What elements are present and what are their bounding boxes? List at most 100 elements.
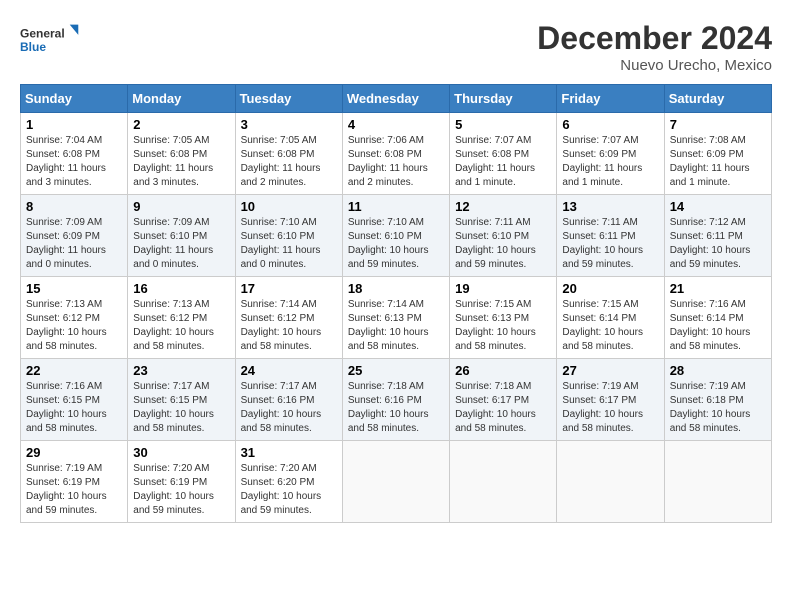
day-number: 6 [562,117,658,132]
calendar-cell: 22 Sunrise: 7:16 AMSunset: 6:15 PMDaylig… [21,359,128,441]
weekday-header-friday: Friday [557,85,664,113]
header: General Blue December 2024 Nuevo Urecho,… [20,20,772,74]
day-info: Sunrise: 7:13 AMSunset: 6:12 PMDaylight:… [133,299,214,352]
title-area: December 2024 Nuevo Urecho, Mexico [537,20,772,74]
calendar-cell: 23 Sunrise: 7:17 AMSunset: 6:15 PMDaylig… [128,359,235,441]
calendar-cell: 17 Sunrise: 7:14 AMSunset: 6:12 PMDaylig… [235,277,342,359]
day-info: Sunrise: 7:17 AMSunset: 6:16 PMDaylight:… [241,381,322,434]
day-number: 11 [348,199,444,214]
calendar-cell: 8 Sunrise: 7:09 AMSunset: 6:09 PMDayligh… [21,195,128,277]
day-number: 30 [133,445,229,460]
calendar-cell: 13 Sunrise: 7:11 AMSunset: 6:11 PMDaylig… [557,195,664,277]
day-number: 14 [670,199,766,214]
day-info: Sunrise: 7:18 AMSunset: 6:17 PMDaylight:… [455,381,536,434]
day-number: 24 [241,363,337,378]
weekday-header-thursday: Thursday [450,85,557,113]
day-number: 25 [348,363,444,378]
calendar-cell: 1 Sunrise: 7:04 AMSunset: 6:08 PMDayligh… [21,113,128,195]
calendar-cell: 30 Sunrise: 7:20 AMSunset: 6:19 PMDaylig… [128,441,235,523]
calendar-cell [342,441,449,523]
day-info: Sunrise: 7:09 AMSunset: 6:10 PMDaylight:… [133,217,213,270]
day-info: Sunrise: 7:15 AMSunset: 6:14 PMDaylight:… [562,299,643,352]
day-info: Sunrise: 7:04 AMSunset: 6:08 PMDaylight:… [26,135,106,188]
calendar-cell: 10 Sunrise: 7:10 AMSunset: 6:10 PMDaylig… [235,195,342,277]
day-number: 9 [133,199,229,214]
day-number: 10 [241,199,337,214]
day-number: 17 [241,281,337,296]
day-number: 3 [241,117,337,132]
day-info: Sunrise: 7:12 AMSunset: 6:11 PMDaylight:… [670,217,751,270]
day-info: Sunrise: 7:07 AMSunset: 6:09 PMDaylight:… [562,135,642,188]
day-number: 2 [133,117,229,132]
calendar-cell: 9 Sunrise: 7:09 AMSunset: 6:10 PMDayligh… [128,195,235,277]
day-number: 31 [241,445,337,460]
svg-text:General: General [20,26,65,40]
logo: General Blue [20,20,80,60]
svg-text:Blue: Blue [20,40,46,54]
calendar-cell [664,441,771,523]
logo-svg: General Blue [20,20,80,60]
calendar-cell: 12 Sunrise: 7:11 AMSunset: 6:10 PMDaylig… [450,195,557,277]
calendar-cell: 19 Sunrise: 7:15 AMSunset: 6:13 PMDaylig… [450,277,557,359]
calendar-cell: 11 Sunrise: 7:10 AMSunset: 6:10 PMDaylig… [342,195,449,277]
day-number: 27 [562,363,658,378]
day-number: 16 [133,281,229,296]
calendar-cell: 18 Sunrise: 7:14 AMSunset: 6:13 PMDaylig… [342,277,449,359]
day-info: Sunrise: 7:16 AMSunset: 6:15 PMDaylight:… [26,381,107,434]
day-number: 1 [26,117,122,132]
day-info: Sunrise: 7:20 AMSunset: 6:20 PMDaylight:… [241,463,322,516]
weekday-header-row: SundayMondayTuesdayWednesdayThursdayFrid… [21,85,772,113]
day-number: 29 [26,445,122,460]
day-number: 23 [133,363,229,378]
day-info: Sunrise: 7:14 AMSunset: 6:12 PMDaylight:… [241,299,322,352]
day-number: 26 [455,363,551,378]
day-number: 5 [455,117,551,132]
day-number: 15 [26,281,122,296]
calendar-cell: 29 Sunrise: 7:19 AMSunset: 6:19 PMDaylig… [21,441,128,523]
calendar-cell [557,441,664,523]
day-info: Sunrise: 7:06 AMSunset: 6:08 PMDaylight:… [348,135,428,188]
day-number: 22 [26,363,122,378]
day-info: Sunrise: 7:20 AMSunset: 6:19 PMDaylight:… [133,463,214,516]
day-number: 19 [455,281,551,296]
calendar-cell: 16 Sunrise: 7:13 AMSunset: 6:12 PMDaylig… [128,277,235,359]
day-info: Sunrise: 7:19 AMSunset: 6:18 PMDaylight:… [670,381,751,434]
weekday-header-tuesday: Tuesday [235,85,342,113]
calendar-cell: 14 Sunrise: 7:12 AMSunset: 6:11 PMDaylig… [664,195,771,277]
week-row-4: 22 Sunrise: 7:16 AMSunset: 6:15 PMDaylig… [21,359,772,441]
day-info: Sunrise: 7:16 AMSunset: 6:14 PMDaylight:… [670,299,751,352]
calendar-cell: 25 Sunrise: 7:18 AMSunset: 6:16 PMDaylig… [342,359,449,441]
week-row-2: 8 Sunrise: 7:09 AMSunset: 6:09 PMDayligh… [21,195,772,277]
day-info: Sunrise: 7:15 AMSunset: 6:13 PMDaylight:… [455,299,536,352]
day-info: Sunrise: 7:18 AMSunset: 6:16 PMDaylight:… [348,381,429,434]
day-info: Sunrise: 7:09 AMSunset: 6:09 PMDaylight:… [26,217,106,270]
week-row-3: 15 Sunrise: 7:13 AMSunset: 6:12 PMDaylig… [21,277,772,359]
day-info: Sunrise: 7:10 AMSunset: 6:10 PMDaylight:… [348,217,429,270]
day-info: Sunrise: 7:17 AMSunset: 6:15 PMDaylight:… [133,381,214,434]
day-info: Sunrise: 7:19 AMSunset: 6:19 PMDaylight:… [26,463,107,516]
calendar-cell: 27 Sunrise: 7:19 AMSunset: 6:17 PMDaylig… [557,359,664,441]
calendar-cell: 20 Sunrise: 7:15 AMSunset: 6:14 PMDaylig… [557,277,664,359]
calendar-cell: 24 Sunrise: 7:17 AMSunset: 6:16 PMDaylig… [235,359,342,441]
calendar-cell: 28 Sunrise: 7:19 AMSunset: 6:18 PMDaylig… [664,359,771,441]
calendar-cell: 2 Sunrise: 7:05 AMSunset: 6:08 PMDayligh… [128,113,235,195]
calendar-cell: 7 Sunrise: 7:08 AMSunset: 6:09 PMDayligh… [664,113,771,195]
day-number: 13 [562,199,658,214]
day-number: 8 [26,199,122,214]
weekday-header-saturday: Saturday [664,85,771,113]
day-info: Sunrise: 7:19 AMSunset: 6:17 PMDaylight:… [562,381,643,434]
day-number: 21 [670,281,766,296]
weekday-header-monday: Monday [128,85,235,113]
day-info: Sunrise: 7:13 AMSunset: 6:12 PMDaylight:… [26,299,107,352]
day-info: Sunrise: 7:11 AMSunset: 6:10 PMDaylight:… [455,217,536,270]
calendar-cell: 26 Sunrise: 7:18 AMSunset: 6:17 PMDaylig… [450,359,557,441]
calendar-cell [450,441,557,523]
day-number: 18 [348,281,444,296]
day-number: 12 [455,199,551,214]
location: Nuevo Urecho, Mexico [537,57,772,74]
month-title: December 2024 [537,20,772,57]
calendar-table: SundayMondayTuesdayWednesdayThursdayFrid… [20,84,772,523]
day-number: 28 [670,363,766,378]
weekday-header-sunday: Sunday [21,85,128,113]
day-number: 20 [562,281,658,296]
